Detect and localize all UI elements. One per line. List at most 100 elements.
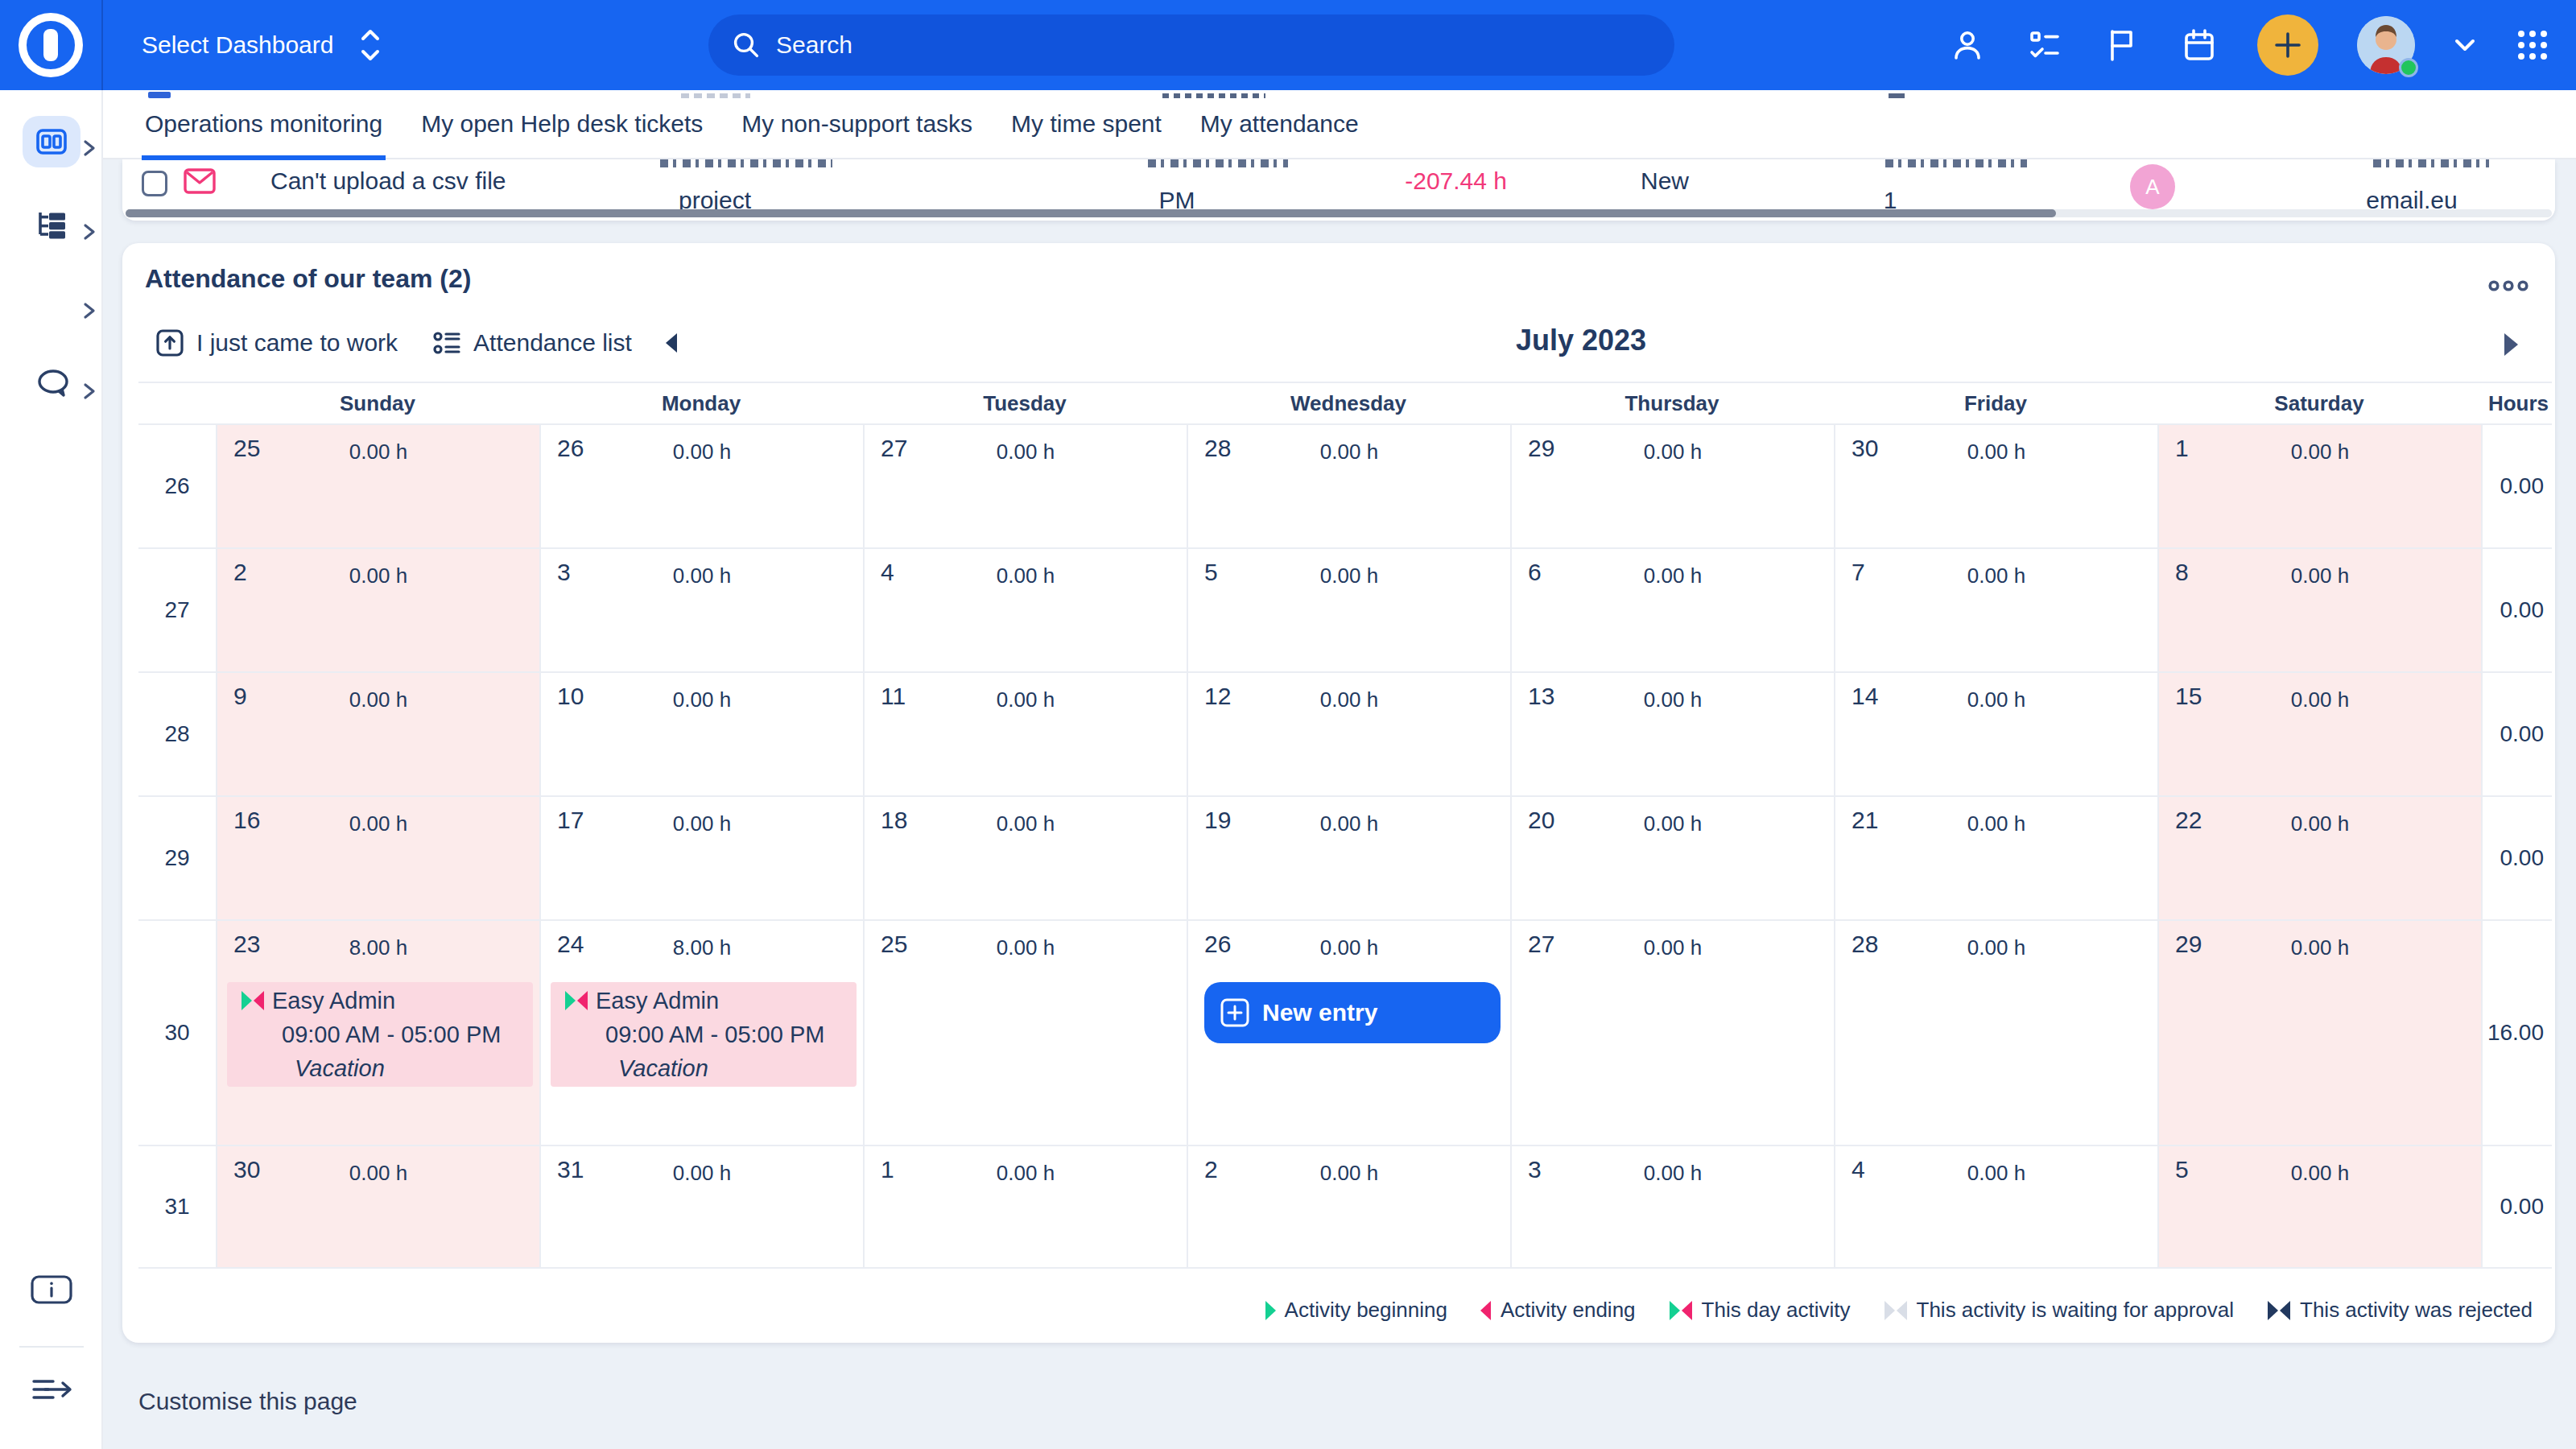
- ticket-subject[interactable]: Can't upload a csv file: [270, 167, 506, 195]
- day-cell[interactable]: 280.00 h: [1187, 425, 1510, 547]
- day-cell[interactable]: 60.00 h: [1510, 549, 1834, 671]
- came-to-work-label: I just came to work: [196, 329, 398, 357]
- legend-rejected-icon: [2266, 1300, 2292, 1321]
- day-cell[interactable]: 300.00 h: [216, 1146, 539, 1267]
- legend-item-rejected: This activity was rejected: [2266, 1298, 2533, 1323]
- day-cell[interactable]: 40.00 h: [1834, 1146, 2157, 1267]
- day-cell[interactable]: 210.00 h: [1834, 797, 2157, 919]
- day-cell[interactable]: 170.00 h: [539, 797, 863, 919]
- day-cell[interactable]: 180.00 h: [863, 797, 1187, 919]
- tab-my-open-help-desk-tickets[interactable]: My open Help desk tickets: [402, 89, 722, 159]
- chevron-right-icon: [82, 296, 97, 326]
- apps-grid-icon[interactable]: [2515, 27, 2550, 63]
- day-cell[interactable]: 100.00 h: [539, 673, 863, 795]
- attendance-event[interactable]: Easy Admin 09:00 AM - 05:00 PM Vacation: [551, 982, 857, 1087]
- day-number: 11: [881, 683, 906, 710]
- day-cell[interactable]: 20.00 h: [216, 549, 539, 671]
- day-cell[interactable]: 160.00 h: [216, 797, 539, 919]
- day-number: 29: [1528, 435, 1554, 462]
- day-cell[interactable]: 200.00 h: [1510, 797, 1834, 919]
- flag-icon[interactable]: [2103, 26, 2141, 64]
- tab-my-non-support-tasks[interactable]: My non-support tasks: [722, 89, 992, 159]
- day-cell[interactable]: 220.00 h: [2157, 797, 2481, 919]
- calendar-icon[interactable]: [2180, 26, 2219, 64]
- sidebar-item-dashboard[interactable]: [0, 116, 103, 167]
- day-cell[interactable]: 120.00 h: [1187, 673, 1510, 795]
- user-avatar[interactable]: [2357, 16, 2415, 74]
- search-input[interactable]: Search: [708, 14, 1674, 76]
- attendance-event[interactable]: Easy Admin 09:00 AM - 05:00 PM Vacation: [227, 982, 533, 1087]
- next-month-button[interactable]: [2502, 332, 2520, 357]
- day-cell[interactable]: 80.00 h: [2157, 549, 2481, 671]
- sidebar-item-chat[interactable]: [0, 359, 103, 411]
- day-cell[interactable]: 150.00 h: [2157, 673, 2481, 795]
- tab-my-attendance[interactable]: My attendance: [1181, 89, 1378, 159]
- sidebar-item-projects[interactable]: [0, 200, 103, 251]
- day-cell[interactable]: 238.00 h Easy Admin 09:00 AM - 05:00 PM …: [216, 921, 539, 1145]
- day-cell[interactable]: 250.00 h: [216, 425, 539, 547]
- day-cell[interactable]: 10.00 h: [863, 1146, 1187, 1267]
- day-hours: 0.00 h: [865, 440, 1187, 464]
- day-cell[interactable]: 290.00 h: [2157, 921, 2481, 1145]
- calendar-week-row: 26250.00 h260.00 h270.00 h280.00 h290.00…: [138, 423, 2552, 547]
- row-checkbox[interactable]: [142, 171, 167, 196]
- dashboard-active-pill: [23, 116, 80, 167]
- legend-end-icon: [1480, 1300, 1492, 1321]
- day-cell[interactable]: 50.00 h: [2157, 1146, 2481, 1267]
- app-logo[interactable]: [0, 0, 103, 90]
- day-cell[interactable]: 290.00 h: [1510, 425, 1834, 547]
- day-hours: 0.00 h: [1512, 687, 1834, 712]
- day-cell[interactable]: 110.00 h: [863, 673, 1187, 795]
- tree-icon: [35, 209, 69, 248]
- day-cell[interactable]: 280.00 h: [1834, 921, 2157, 1145]
- day-hours: 0.00 h: [1188, 440, 1510, 464]
- horizontal-scrollbar-thumb[interactable]: [126, 209, 2056, 217]
- quick-add-button[interactable]: [2257, 14, 2318, 76]
- info-button[interactable]: [0, 1275, 103, 1304]
- day-cell[interactable]: 40.00 h: [863, 549, 1187, 671]
- day-cell[interactable]: 130.00 h: [1510, 673, 1834, 795]
- day-cell[interactable]: 30.00 h: [539, 549, 863, 671]
- new-entry-button[interactable]: New entry: [1204, 982, 1501, 1043]
- tasks-icon[interactable]: [2025, 26, 2064, 64]
- day-hours: 0.00 h: [541, 811, 863, 836]
- customise-page-link[interactable]: Customise this page: [138, 1388, 357, 1415]
- chevron-down-icon[interactable]: [2454, 37, 2476, 53]
- assignee-avatar[interactable]: A: [2130, 164, 2175, 209]
- sidebar-expand-button[interactable]: [0, 1375, 103, 1404]
- sidebar-item-3[interactable]: [0, 279, 103, 330]
- day-cell[interactable]: 300.00 h: [1834, 425, 2157, 547]
- day-number: 25: [233, 435, 260, 462]
- day-cell[interactable]: 270.00 h: [1510, 921, 1834, 1145]
- day-number: 31: [557, 1156, 584, 1183]
- attendance-list-button[interactable]: Attendance list: [431, 328, 632, 358]
- day-cell[interactable]: 70.00 h: [1834, 549, 2157, 671]
- card-menu-button[interactable]: [2487, 269, 2529, 299]
- day-cell[interactable]: 190.00 h: [1187, 797, 1510, 919]
- day-cell[interactable]: 140.00 h: [1834, 673, 2157, 795]
- day-hours: 0.00 h: [541, 687, 863, 712]
- tab-operations-monitoring[interactable]: Operations monitoring: [126, 89, 402, 159]
- day-number: 3: [557, 559, 571, 586]
- day-cell[interactable]: 90.00 h: [216, 673, 539, 795]
- dashboard-selector[interactable]: Select Dashboard: [142, 0, 382, 90]
- day-cell[interactable]: 50.00 h: [1187, 549, 1510, 671]
- user-icon[interactable]: [1948, 26, 1987, 64]
- day-cell[interactable]: 30.00 h: [1510, 1146, 1834, 1267]
- legend-label: Activity ending: [1501, 1298, 1636, 1323]
- came-to-work-button[interactable]: I just came to work: [155, 328, 398, 358]
- prev-month-button[interactable]: [664, 332, 679, 354]
- day-cell[interactable]: 250.00 h: [863, 921, 1187, 1145]
- day-cell[interactable]: 248.00 h Easy Admin 09:00 AM - 05:00 PM …: [539, 921, 863, 1145]
- day-number: 7: [1852, 559, 1865, 586]
- tab-my-time-spent[interactable]: My time spent: [992, 89, 1181, 159]
- day-cell[interactable]: 260.00 h: [539, 425, 863, 547]
- event-type: Vacation: [564, 1051, 857, 1085]
- day-cell[interactable]: 310.00 h: [539, 1146, 863, 1267]
- day-cell[interactable]: 10.00 h: [2157, 425, 2481, 547]
- day-hours: 0.00 h: [541, 1161, 863, 1186]
- day-cell[interactable]: 260.00 h New entry: [1187, 921, 1510, 1145]
- day-cell[interactable]: 20.00 h: [1187, 1146, 1510, 1267]
- logo-icon: [19, 13, 83, 77]
- day-cell[interactable]: 270.00 h: [863, 425, 1187, 547]
